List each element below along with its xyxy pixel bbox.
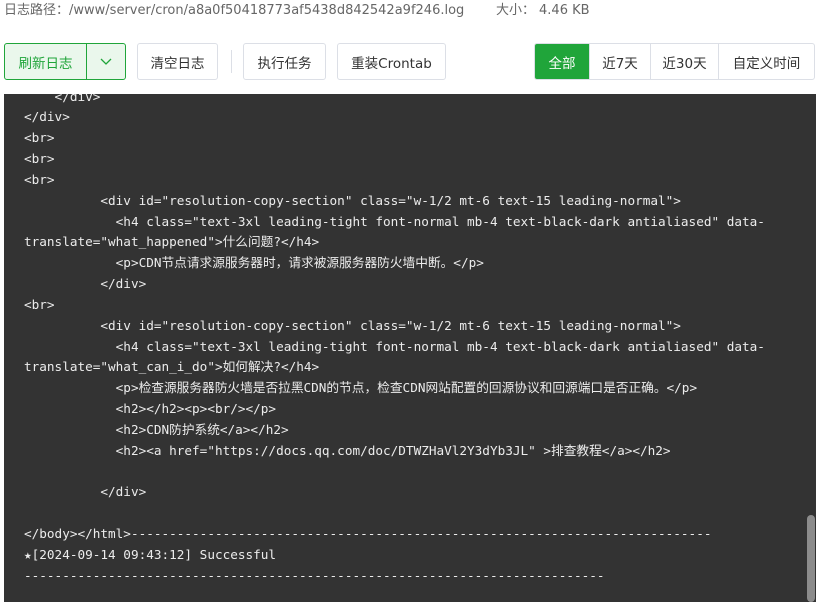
log-line: </div>: [24, 276, 147, 292]
log-line: <div id="resolution-copy-section" class=…: [24, 192, 681, 208]
log-line: <br>: [24, 296, 55, 312]
log-line: ----------------------------------------…: [24, 567, 605, 583]
refresh-options-toggle[interactable]: [86, 44, 125, 79]
log-size: 4.46 KB: [539, 3, 590, 18]
log-line: </div>: [24, 484, 147, 500]
log-line: </div>: [24, 94, 101, 104]
refresh-log-button[interactable]: 刷新日志: [5, 44, 86, 79]
log-path-label: 日志路径：: [4, 3, 70, 18]
log-content: </div> </div> <br> <br> <br> <div id="re…: [24, 94, 804, 586]
clear-log-button[interactable]: 清空日志: [137, 43, 218, 80]
chevron-down-icon: [100, 58, 112, 65]
time-filter-group: 全部 近7天 近30天 自定义时间: [534, 43, 815, 80]
log-size-label: 大小：: [496, 3, 536, 18]
filter-last-30-days[interactable]: 近30天: [650, 44, 718, 79]
log-line: <div id="resolution-copy-section" class=…: [24, 317, 681, 333]
log-line: translate="what_happened">什么问题?</h4>: [24, 234, 320, 250]
log-line: <br>: [24, 151, 55, 167]
log-info-bar: 日志路径：/www/server/cron/a8a0f50418773af543…: [4, 0, 464, 22]
refresh-log-split-button: 刷新日志: [4, 43, 126, 80]
log-viewer[interactable]: </div> </div> <br> <br> <br> <div id="re…: [4, 94, 816, 602]
log-line: ★[2024-09-14 09:43:12] Successful: [24, 546, 277, 562]
toolbar-divider: [231, 50, 232, 73]
log-scrollbar-thumb[interactable]: [807, 515, 815, 602]
log-line: <p>CDN节点请求源服务器时，请求被源服务器防火墙中断。</p>: [24, 255, 484, 271]
log-line: <h4 class="text-3xl leading-tight font-n…: [24, 213, 765, 229]
reinstall-crontab-button[interactable]: 重装Crontab: [337, 43, 446, 80]
log-line: <h4 class="text-3xl leading-tight font-n…: [24, 338, 765, 354]
log-line: <br>: [24, 130, 55, 146]
log-line: <p>检查源服务器防火墙是否拉黑CDN的节点，检查CDN网站配置的回源协议和回源…: [24, 380, 698, 396]
log-path: /www/server/cron/a8a0f50418773af5438d842…: [69, 3, 465, 18]
log-size-info: 大小： 4.46 KB: [496, 0, 590, 22]
filter-all[interactable]: 全部: [535, 44, 589, 79]
log-line: </div>: [24, 109, 70, 125]
log-line: <h2></h2><p><br/></p>: [24, 401, 277, 417]
log-line: translate="what_can_i_do">如何解决?</h4>: [24, 359, 320, 375]
log-line: <br>: [24, 171, 55, 187]
run-task-button[interactable]: 执行任务: [243, 43, 326, 80]
filter-custom-time[interactable]: 自定义时间: [718, 44, 814, 79]
log-line: <h2><a href="https://docs.qq.com/doc/DTW…: [24, 442, 671, 458]
log-line: </body></html>--------------------------…: [24, 526, 712, 541]
filter-last-7-days[interactable]: 近7天: [589, 44, 650, 79]
log-line: <h2>CDN防护系统</a></h2>: [24, 421, 289, 437]
